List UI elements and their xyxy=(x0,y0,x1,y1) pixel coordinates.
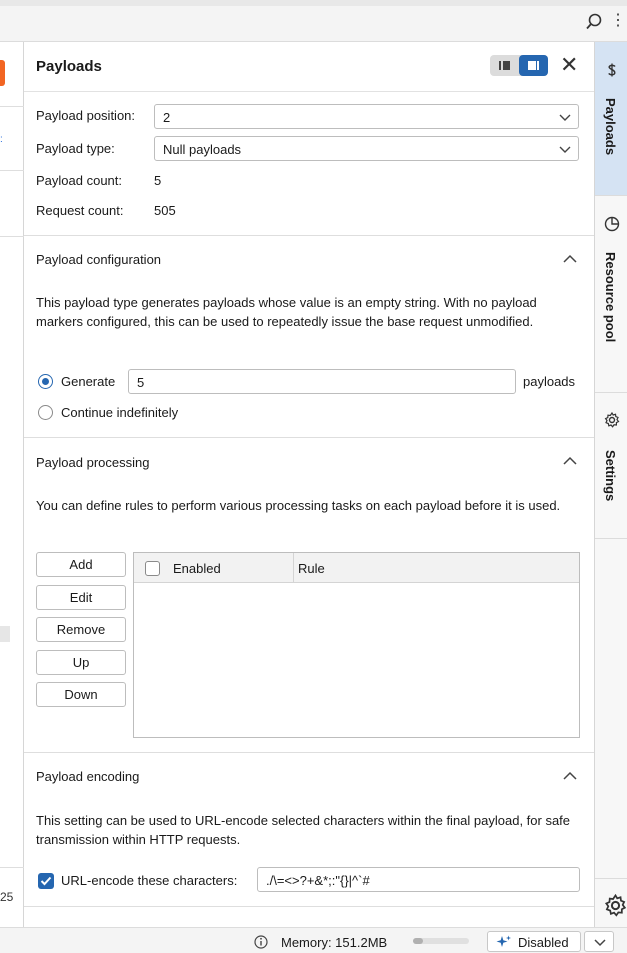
ai-status-label: Disabled xyxy=(518,935,569,950)
collapse-chevron-icon[interactable] xyxy=(563,254,577,264)
url-encode-label: URL-encode these characters: xyxy=(61,873,238,888)
table-header: Enabled Rule xyxy=(134,553,579,583)
select-all-checkbox[interactable] xyxy=(145,561,160,576)
continue-indefinitely-label: Continue indefinitely xyxy=(61,405,179,420)
top-toolbar: ⋮ xyxy=(0,0,627,42)
payload-encoding-title: Payload encoding xyxy=(36,769,140,784)
search-icon[interactable] xyxy=(585,13,603,31)
tab-settings[interactable]: Settings xyxy=(595,404,627,534)
panel-header: Payloads ✕ xyxy=(24,42,594,92)
payloads-suffix-label: payloads xyxy=(523,374,576,389)
section-divider xyxy=(24,906,594,907)
left-divider xyxy=(0,106,24,107)
left-number-fragment: 25 xyxy=(0,890,14,904)
tab-resource-pool[interactable]: Resource pool xyxy=(595,208,627,388)
payload-configuration-title: Payload configuration xyxy=(36,252,162,267)
brand-mark xyxy=(0,60,5,86)
top-strip xyxy=(0,0,627,6)
payload-encoding-description: This setting can be used to URL-encode s… xyxy=(36,813,571,847)
tab-divider xyxy=(595,878,627,879)
remove-rule-button[interactable]: Remove xyxy=(36,617,126,642)
layout-option-right[interactable] xyxy=(519,55,548,76)
payload-type-value: Null payloads xyxy=(163,142,242,157)
layout-left-icon xyxy=(499,61,510,70)
chevron-down-icon xyxy=(594,939,606,947)
payload-processing-title: Payload processing xyxy=(36,455,150,470)
left-link-fragment[interactable]: : xyxy=(0,134,4,146)
url-encode-characters-value: ./\=<>?+&*;:"{}|^`# xyxy=(266,873,370,888)
left-panel-strip: : 25 xyxy=(0,42,24,927)
tab-divider xyxy=(595,392,627,393)
generate-label: Generate xyxy=(61,374,116,389)
layout-right-icon xyxy=(528,61,539,70)
right-sidebar: Payloads Resource pool Settings xyxy=(594,42,627,927)
section-divider xyxy=(24,752,594,753)
payload-type-select[interactable]: Null payloads xyxy=(154,136,579,161)
left-scroll-fragment xyxy=(0,626,10,642)
ai-dropdown-button[interactable] xyxy=(584,931,614,952)
section-divider xyxy=(24,437,594,438)
tab-payloads[interactable]: Payloads xyxy=(595,42,627,195)
generate-radio[interactable] xyxy=(38,374,53,389)
tab-divider xyxy=(595,195,627,196)
payload-type-label: Payload type: xyxy=(36,141,115,156)
column-enabled[interactable]: Enabled xyxy=(173,561,221,576)
dollar-icon xyxy=(608,63,616,77)
status-bar: Memory: 151.2MB Disabled xyxy=(0,927,627,953)
info-icon[interactable] xyxy=(254,935,268,949)
layout-option-left[interactable] xyxy=(490,55,519,76)
payload-position-label: Payload position: xyxy=(36,108,136,123)
panel-title: Payloads xyxy=(36,58,102,75)
section-divider xyxy=(24,235,594,236)
left-divider xyxy=(0,867,24,868)
edit-rule-button[interactable]: Edit xyxy=(36,585,126,610)
collapse-chevron-icon[interactable] xyxy=(563,771,577,781)
payload-count-value: 5 xyxy=(154,173,162,188)
add-rule-button[interactable]: Add xyxy=(36,552,126,577)
tab-settings-label: Settings xyxy=(603,450,618,502)
checkmark-icon xyxy=(40,876,52,886)
gear-icon xyxy=(604,412,620,428)
tab-divider xyxy=(595,538,627,539)
bottom-settings-icon[interactable] xyxy=(604,894,627,917)
sparkle-icon xyxy=(496,935,511,947)
payload-position-value: 2 xyxy=(163,110,171,125)
generate-count-input[interactable]: 5 xyxy=(128,369,516,394)
request-count-value: 505 xyxy=(154,203,176,218)
layout-toggle[interactable] xyxy=(490,55,548,76)
close-icon[interactable]: ✕ xyxy=(560,54,578,76)
memory-usage: Memory: 151.2MB xyxy=(281,935,388,950)
move-down-button[interactable]: Down xyxy=(36,682,126,707)
chevron-down-icon xyxy=(559,146,571,153)
payload-processing-description: You can define rules to perform various … xyxy=(36,498,561,513)
pie-chart-icon xyxy=(604,216,620,232)
generate-count-value: 5 xyxy=(137,375,145,390)
payload-configuration-description: This payload type generates payloads who… xyxy=(36,295,537,329)
tab-resource-pool-label: Resource pool xyxy=(603,252,618,343)
payload-position-select[interactable]: 2 xyxy=(154,104,579,129)
memory-bar xyxy=(413,938,469,944)
payload-count-label: Payload count: xyxy=(36,173,123,188)
request-count-label: Request count: xyxy=(36,203,124,218)
more-options-icon[interactable]: ⋮ xyxy=(610,11,626,31)
chevron-down-icon xyxy=(559,114,571,121)
tab-payloads-label: Payloads xyxy=(603,98,618,156)
collapse-chevron-icon[interactable] xyxy=(563,456,577,466)
url-encode-characters-input[interactable]: ./\=<>?+&*;:"{}|^`# xyxy=(257,867,580,892)
payloads-panel: Payloads ✕ Payload position: 2 Payload t… xyxy=(24,42,594,927)
memory-bar-fill xyxy=(413,938,424,944)
column-separator[interactable] xyxy=(293,553,294,583)
continue-indefinitely-radio[interactable] xyxy=(38,405,53,420)
left-divider xyxy=(0,170,24,171)
left-divider xyxy=(0,236,24,237)
url-encode-checkbox[interactable] xyxy=(38,873,54,889)
move-up-button[interactable]: Up xyxy=(36,650,126,675)
column-rule[interactable]: Rule xyxy=(298,561,325,576)
ai-toggle-button[interactable]: Disabled xyxy=(487,931,581,952)
processing-rules-table[interactable]: Enabled Rule xyxy=(133,552,580,738)
